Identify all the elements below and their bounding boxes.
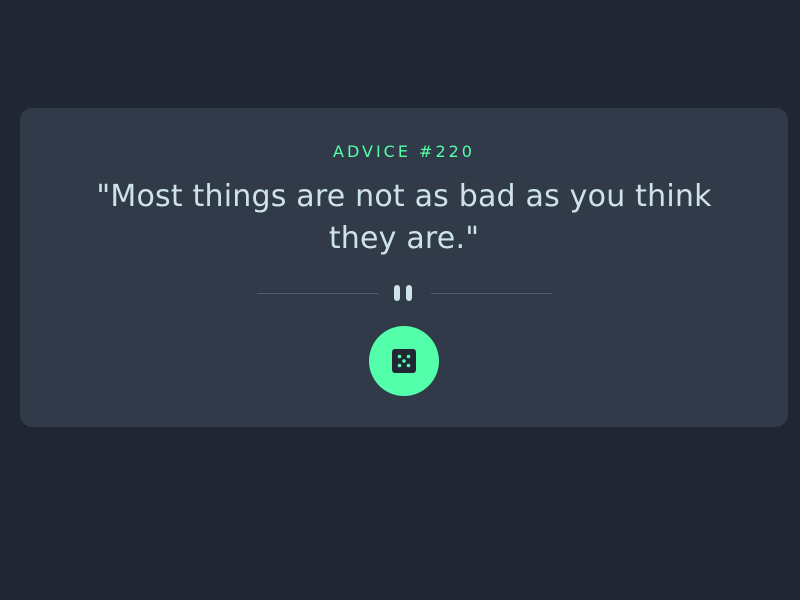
pause-icon	[394, 285, 416, 301]
pause-bar-left	[394, 285, 400, 301]
advice-card: ADVICE #220 "Most things are not as bad …	[20, 108, 788, 427]
advice-quote: "Most things are not as bad as you think…	[96, 179, 712, 256]
pause-bar-right	[406, 285, 412, 301]
pattern-divider	[257, 284, 552, 302]
new-advice-button[interactable]	[369, 326, 439, 396]
advice-id-label: ADVICE #220	[333, 142, 475, 161]
dice-icon	[392, 349, 416, 373]
divider-line-right	[431, 293, 552, 294]
divider-line-left	[257, 293, 378, 294]
